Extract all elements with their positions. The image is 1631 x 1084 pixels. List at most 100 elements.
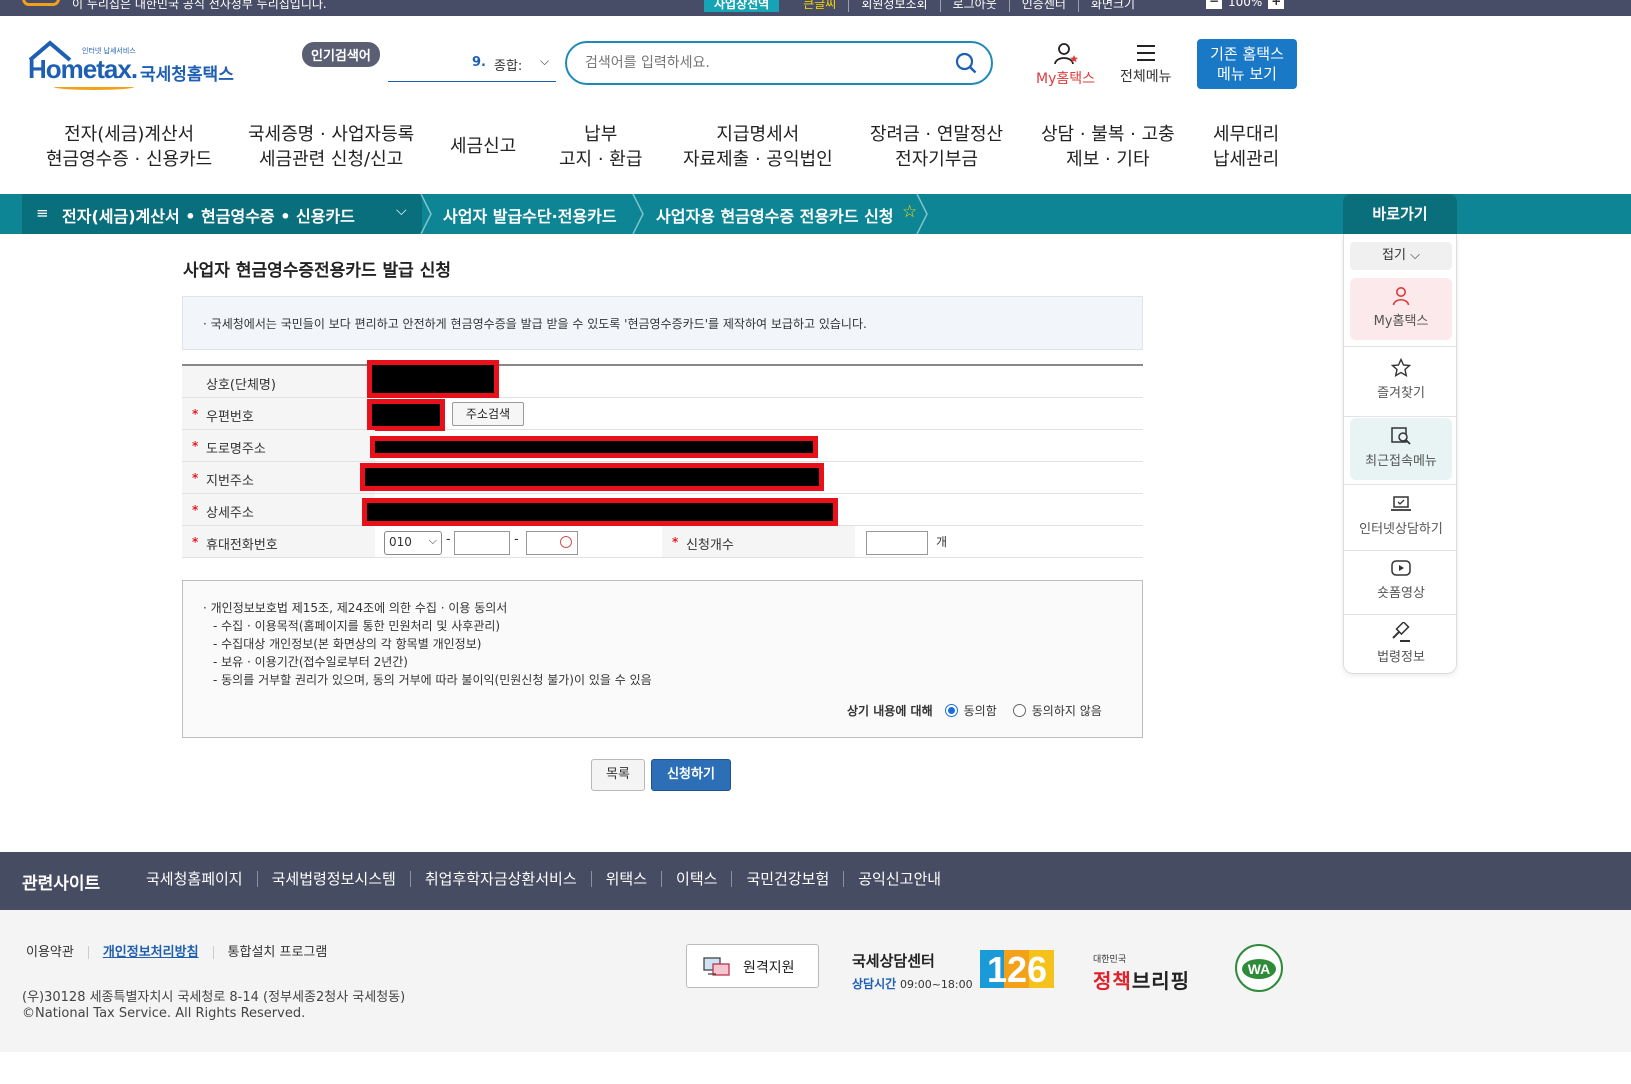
count-input[interactable]: [866, 531, 928, 555]
redacted-lot-address-field[interactable]: [360, 463, 824, 491]
nav-label: 상담 · 불복 · 고충: [1041, 124, 1175, 145]
label-text: 상세주소: [206, 506, 254, 521]
nav-label: 전자기부금: [895, 149, 978, 170]
related-link[interactable]: 취업후학자금상환서비스: [411, 871, 592, 887]
nav-label: 고지 · 환급: [559, 149, 643, 170]
form-row-company: 상호(단체명): [182, 360, 1143, 398]
web-accessibility-mark-icon: WA: [1235, 944, 1283, 992]
label-text: 휴대전화번호: [206, 538, 278, 553]
count-unit: 개: [936, 535, 948, 549]
top-link-large-font[interactable]: 큰글씨: [791, 0, 850, 12]
quick-item-favorites[interactable]: 즐겨찾기: [1350, 350, 1452, 412]
nav-item-consulting[interactable]: 상담 · 불복 · 고충 제보 · 기타: [1041, 122, 1175, 172]
top-strip: 이 누리집은 대한민국 공식 전자정부 누리집입니다. 사업장전역 큰글씨 회원…: [0, 0, 1631, 16]
required-mark: *: [672, 535, 679, 549]
nav-item-tax-agent[interactable]: 세무대리 납세관리: [1213, 122, 1279, 172]
user-icon: [1053, 43, 1078, 65]
related-link[interactable]: 국세법령정보시스템: [258, 871, 411, 887]
nav-label: 납세관리: [1213, 149, 1280, 170]
top-link-workplace[interactable]: 사업장전역: [704, 0, 780, 12]
zoom-out-button[interactable]: −: [1206, 0, 1222, 9]
nav-item-incentive[interactable]: 장려금 · 연말정산 전자기부금: [870, 122, 1003, 172]
related-link[interactable]: 국민건강보험: [732, 871, 845, 887]
agree-label[interactable]: 동의함: [964, 702, 997, 719]
nav-label: 납부: [584, 124, 618, 145]
wa-text: WA: [1248, 961, 1271, 977]
consent-prompt: 상기 내용에 대해: [847, 704, 933, 718]
my-hometax-link[interactable]: My홈택스: [1036, 42, 1095, 88]
related-link[interactable]: 공익신고안내: [844, 871, 955, 887]
list-button[interactable]: 목록: [591, 759, 645, 791]
quick-item-internet-consult[interactable]: 인터넷상담하기: [1350, 486, 1452, 548]
quick-item-my-hometax[interactable]: My홈택스: [1350, 278, 1452, 340]
hometax-logo[interactable]: 인터넷 납세서비스 Hometax. 국세청홈택스: [24, 40, 244, 92]
related-link[interactable]: 국세청홈페이지: [146, 871, 258, 887]
label-count: * 신청개수: [662, 526, 855, 557]
disagree-label[interactable]: 동의하지 않음: [1032, 702, 1102, 719]
nav-item-tax-return[interactable]: 세금신고: [450, 134, 516, 159]
info-text: 국세청에서는 국민들이 보다 편리하고 안전하게 현금영수증을 발급 받을 수 …: [210, 317, 867, 331]
old-menu-line1: 기존 홈택스: [1210, 45, 1284, 63]
related-link[interactable]: 이택스: [662, 871, 733, 887]
redacted-detail-address-field[interactable]: [362, 498, 838, 526]
form-row-phone: * 휴대전화번호 010 ⌵ - - * 신청개수 개: [182, 526, 1143, 558]
form-row-lot-address: * 지번주소: [182, 462, 1143, 494]
divider: [1344, 416, 1456, 417]
search-icon[interactable]: [955, 52, 977, 74]
redacted-zipcode-field[interactable]: [367, 399, 445, 431]
top-link-cert-center[interactable]: 인증센터: [1010, 0, 1079, 12]
nav-item-einvoice[interactable]: 전자(세금)계산서 현금영수증 · 신용카드: [46, 122, 212, 172]
phone-middle-input[interactable]: [454, 531, 510, 555]
secure-keyboard-icon[interactable]: [560, 536, 572, 548]
form-row-road-address: * 도로명주소: [182, 430, 1143, 462]
breadcrumb-separator-icon: [916, 194, 928, 234]
search-input[interactable]: [585, 51, 945, 75]
divider: [1344, 346, 1456, 347]
agree-radio[interactable]: [944, 704, 958, 717]
old-menu-button[interactable]: 기존 홈택스 메뉴 보기: [1197, 39, 1297, 89]
info-box: · 국세청에서는 국민들이 보다 편리하고 안전하게 현금영수증을 발급 받을 …: [182, 296, 1143, 350]
footer-link-privacy[interactable]: 개인정보처리방침: [89, 946, 214, 959]
consent-box: · 개인정보보호법 제15조, 제24조에 의한 수집 · 이용 동의서 - 수…: [182, 580, 1143, 738]
related-link[interactable]: 위택스: [592, 871, 663, 887]
nav-item-payment[interactable]: 납부 고지 · 환급: [559, 122, 642, 172]
consent-line: - 수집대상 개인정보(본 화면상의 각 항목별 개인정보): [213, 637, 482, 651]
star-icon: [1391, 358, 1411, 378]
address-search-button[interactable]: 주소검색: [452, 402, 524, 426]
breadcrumb-level1[interactable]: ≡ 전자(세금)계산서 • 현금영수증 • 신용카드 ⌵: [22, 194, 422, 234]
redacted-company-field[interactable]: [367, 360, 499, 398]
quick-item-recent-menu[interactable]: 최근접속메뉴: [1350, 418, 1452, 480]
brief-title-b: 브리핑: [1131, 969, 1191, 993]
quick-item-law-info[interactable]: 법령정보: [1350, 614, 1452, 676]
footer-link-terms[interactable]: 이용약관: [26, 946, 89, 959]
consult-center: 국세상담센터 상담시간 09:00~18:00: [852, 950, 973, 992]
nav-item-certificate[interactable]: 국세증명 · 사업자등록 세금관련 신청/신고: [248, 122, 414, 172]
apply-button[interactable]: 신청하기: [651, 759, 731, 791]
dash: -: [446, 532, 451, 547]
zoom-in-button[interactable]: +: [1268, 0, 1285, 9]
footer-copyright: ©National Tax Service. All Rights Reserv…: [22, 1006, 306, 1021]
footer-link-install[interactable]: 통합설치 프로그램: [214, 946, 342, 959]
phone-prefix-select[interactable]: 010 ⌵: [384, 531, 442, 555]
laptop-icon: [1391, 496, 1411, 511]
redacted-road-address-field[interactable]: [370, 436, 818, 458]
breadcrumb-level2[interactable]: 사업자 발급수단·전용카드: [443, 203, 617, 227]
all-menu-button[interactable]: 전체메뉴: [1120, 42, 1172, 86]
remote-support-button[interactable]: 원격지원: [686, 944, 819, 988]
required-mark: *: [192, 503, 199, 517]
quick-item-label: 최근접속메뉴: [1365, 454, 1437, 469]
quick-fold-button[interactable]: 접기 ⌵: [1350, 242, 1452, 270]
favorite-star-icon[interactable]: ☆: [902, 202, 917, 222]
top-link-member-info[interactable]: 회원정보조회: [849, 0, 941, 12]
logo-korean: 국세청홈택스: [140, 65, 234, 85]
popular-search-rank[interactable]: 9. 종합: ⌵: [388, 52, 556, 82]
fold-label: 접기: [1382, 248, 1406, 263]
nav-label: 전자(세금)계산서: [64, 124, 195, 145]
nav-item-payment-statement[interactable]: 지급명세서 자료제출 · 공익법인: [683, 122, 833, 172]
quick-item-shortform[interactable]: 숏폼영상: [1350, 550, 1452, 612]
top-link-logout[interactable]: 로그아웃: [941, 0, 1010, 12]
policy-briefing-logo[interactable]: 대한민국 정책브리핑: [1093, 952, 1190, 994]
disagree-radio[interactable]: [1012, 704, 1026, 717]
chevron-down-icon[interactable]: ⌵: [540, 54, 549, 69]
related-sites-bar: 관련사이트 국세청홈페이지 국세법령정보시스템 취업후학자금상환서비스 위택스 …: [0, 852, 1631, 910]
